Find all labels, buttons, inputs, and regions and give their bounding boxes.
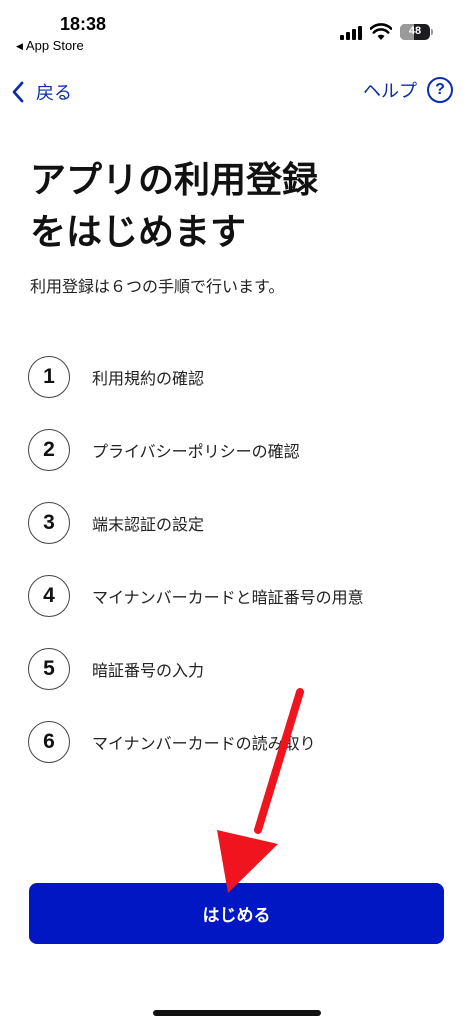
battery-tip <box>431 29 433 35</box>
battery-percentage: 48 <box>408 25 422 37</box>
back-button[interactable]: 戻る <box>10 78 72 106</box>
status-time: 18:38 <box>60 14 107 34</box>
question-circle-icon: ? <box>427 77 453 103</box>
help-label: ヘルプ <box>363 81 417 102</box>
step-label: 利用規約の確認 <box>92 368 205 388</box>
step-number-badge: 2 <box>28 428 70 471</box>
chevron-left-icon <box>12 81 24 103</box>
step-label: マイナンバーカードと暗証番号の用意 <box>92 587 364 607</box>
home-indicator[interactable] <box>153 1010 321 1016</box>
step-label: マイナンバーカードの読み取り <box>92 733 316 753</box>
step-number-badge: 4 <box>28 574 70 617</box>
status-back-to-app[interactable]: ◀ App Store <box>16 38 84 53</box>
step-number-badge: 3 <box>28 501 70 544</box>
step-item: 6 マイナンバーカードの読み取り <box>28 705 448 778</box>
steps-list: 1 利用規約の確認 2 プライバシーポリシーの確認 3 端末認証の設定 4 マイ… <box>28 340 448 778</box>
step-number-badge: 1 <box>28 355 70 398</box>
battery-icon: 48 <box>400 24 430 40</box>
page-title-line1: アプリの利用登録 <box>30 160 319 201</box>
status-bar: 18:38 ◀ App Store 48 <box>0 0 473 60</box>
page-title-line2: をはじめます <box>30 212 247 253</box>
step-item: 3 端末認証の設定 <box>28 486 448 559</box>
page-title: アプリの利用登録 をはじめます <box>30 155 450 259</box>
step-item: 5 暗証番号の入力 <box>28 632 448 705</box>
start-button[interactable]: はじめる <box>29 883 444 944</box>
step-label: 端末認証の設定 <box>92 514 205 534</box>
page-subtitle: 利用登録は６つの手順で行います。 <box>30 277 285 296</box>
help-button[interactable]: ヘルプ ? <box>363 77 453 103</box>
step-label: プライバシーポリシーの確認 <box>92 441 300 461</box>
status-back-label: App Store <box>25 38 84 53</box>
back-label: 戻る <box>36 83 72 104</box>
wifi-icon <box>370 23 392 40</box>
back-triangle-icon: ◀ <box>16 41 23 51</box>
step-number-badge: 6 <box>28 720 70 763</box>
step-item: 2 プライバシーポリシーの確認 <box>28 413 448 486</box>
step-label: 暗証番号の入力 <box>92 660 205 680</box>
step-item: 4 マイナンバーカードと暗証番号の用意 <box>28 559 448 632</box>
step-number-badge: 5 <box>28 647 70 690</box>
step-item: 1 利用規約の確認 <box>28 340 448 413</box>
cellular-signal-icon <box>340 26 362 40</box>
